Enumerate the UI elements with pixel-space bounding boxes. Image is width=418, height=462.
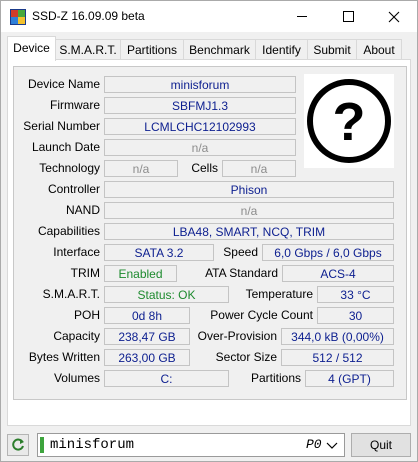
tab-identify[interactable]: Identify xyxy=(255,39,308,60)
question-mark-icon: ? xyxy=(307,79,391,163)
over-provision-value: 344,0 kB (0,00%) xyxy=(281,328,394,345)
bytes-written-value: 263,00 GB xyxy=(104,349,190,366)
technology-value: n/a xyxy=(104,160,178,177)
poh-label: POH xyxy=(73,308,100,322)
nand-label: NAND xyxy=(65,203,100,217)
drive-indicator xyxy=(40,437,44,453)
capabilities-label: Capabilities xyxy=(37,224,100,238)
capabilities-value: LBA48, SMART, NCQ, TRIM xyxy=(104,223,394,240)
firmware-value: SBFMJ1.3 xyxy=(104,97,296,114)
drive-selector-value: minisforum xyxy=(50,437,135,453)
sector-size-label: Sector Size xyxy=(215,350,277,364)
title-bar[interactable]: SSD-Z 16.09.09 beta xyxy=(1,1,417,32)
launch-date-label: Launch Date xyxy=(31,140,100,154)
serial-number-label: Serial Number xyxy=(23,119,100,133)
speed-label: Speed xyxy=(223,245,258,259)
volumes-value: C: xyxy=(104,370,229,387)
controller-label: Controller xyxy=(47,182,100,196)
partitions-value: 4 (GPT) xyxy=(305,370,394,387)
app-icon xyxy=(10,9,26,25)
window-title: SSD-Z 16.09.09 beta xyxy=(32,9,145,23)
drive-image: ? xyxy=(304,74,394,168)
firmware-label: Firmware xyxy=(50,98,100,112)
svg-text:?: ? xyxy=(333,92,366,152)
refresh-button[interactable] xyxy=(7,434,29,456)
ata-standard-label: ATA Standard xyxy=(205,266,278,280)
power-cycle-count-label: Power Cycle Count xyxy=(210,308,313,322)
controller-value: Phison xyxy=(104,181,394,198)
close-button[interactable] xyxy=(371,1,417,32)
drive-selector[interactable]: minisforum P0 xyxy=(37,433,345,457)
poh-value: 0d 8h xyxy=(104,307,190,324)
sector-size-value: 512 / 512 xyxy=(281,349,394,366)
tab-smart[interactable]: S.M.A.R.T. xyxy=(55,39,121,60)
minimize-icon xyxy=(297,16,307,17)
speed-value: 6,0 Gbps / 6,0 Gbps xyxy=(262,244,394,261)
tab-partitions[interactable]: Partitions xyxy=(120,39,184,60)
app-window: SSD-Z 16.09.09 beta Device S.M.A.R.T. Pa… xyxy=(0,0,418,462)
cells-value: n/a xyxy=(222,160,296,177)
trim-label: TRIM xyxy=(70,266,100,280)
launch-date-value: n/a xyxy=(104,139,296,156)
volumes-label: Volumes xyxy=(53,371,100,385)
temperature-value: 33 °C xyxy=(317,286,394,303)
tab-submit[interactable]: Submit xyxy=(307,39,357,60)
capacity-value: 238,47 GB xyxy=(104,328,190,345)
smart-status-value: Status: OK xyxy=(104,286,229,303)
device-name-label: Device Name xyxy=(27,77,100,91)
close-icon xyxy=(388,11,400,22)
over-provision-label: Over-Provision xyxy=(197,329,277,343)
partitions-label: Partitions xyxy=(250,371,301,385)
device-name-value: minisforum xyxy=(104,76,296,93)
tab-about[interactable]: About xyxy=(356,39,402,60)
trim-value: Enabled xyxy=(104,265,177,282)
quit-button[interactable]: Quit xyxy=(351,433,411,457)
drive-port: P0 xyxy=(306,437,322,452)
tab-device[interactable]: Device xyxy=(7,36,56,61)
chevron-down-icon[interactable] xyxy=(326,440,338,450)
ata-standard-value: ACS-4 xyxy=(282,265,394,282)
cells-label: Cells xyxy=(191,161,218,175)
interface-value: SATA 3.2 xyxy=(104,244,214,261)
maximize-icon xyxy=(342,11,354,22)
power-cycle-count-value: 30 xyxy=(317,307,394,324)
bytes-written-label: Bytes Written xyxy=(28,350,100,364)
temperature-label: Temperature xyxy=(245,287,313,301)
tab-benchmark[interactable]: Benchmark xyxy=(183,39,256,60)
technology-label: Technology xyxy=(39,161,100,175)
capacity-label: Capacity xyxy=(53,329,100,343)
interface-label: Interface xyxy=(53,245,100,259)
serial-number-value: LCMLCHC12102993 xyxy=(104,118,296,135)
minimize-button[interactable] xyxy=(279,1,325,32)
nand-value: n/a xyxy=(104,202,394,219)
maximize-button[interactable] xyxy=(325,1,371,32)
smart-label: S.M.A.R.T. xyxy=(42,287,100,301)
refresh-icon xyxy=(12,438,24,451)
